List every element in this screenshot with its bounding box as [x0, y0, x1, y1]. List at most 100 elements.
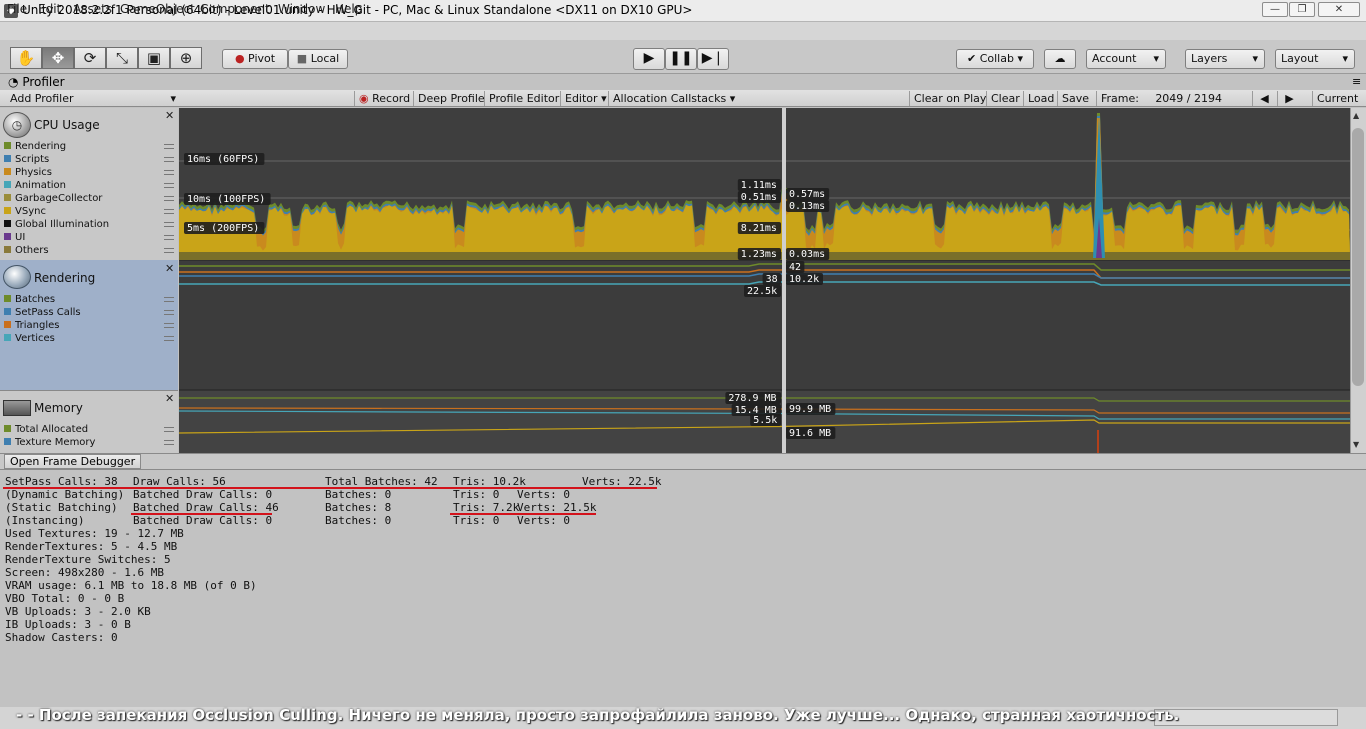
stat-value: (Static Batching)	[5, 501, 118, 514]
scroll-up-icon[interactable]: ▲	[1353, 111, 1359, 120]
cloud-button[interactable]: ☁	[1044, 49, 1076, 69]
legend-item-cpu[interactable]: Global Illumination	[4, 219, 109, 230]
menu-help[interactable]: Help	[335, 2, 362, 16]
maximize-button[interactable]: ❐	[1289, 2, 1315, 17]
drag-handle-icon[interactable]	[164, 209, 174, 214]
deep-profile-toggle[interactable]: Deep Profile	[413, 91, 489, 106]
legend-swatch	[4, 142, 11, 149]
legend-label: UI	[15, 232, 26, 243]
legend-item-cpu[interactable]: Others	[4, 245, 49, 256]
legend-item-rendering[interactable]: Triangles	[4, 320, 59, 331]
close-icon[interactable]: ✕	[165, 262, 174, 275]
close-window-button[interactable]: ✕	[1318, 2, 1360, 17]
graph-value-label: 8.21ms	[737, 222, 781, 234]
save-button[interactable]: Save	[1057, 91, 1093, 106]
account-dropdown[interactable]: Account ▾	[1086, 49, 1166, 69]
drag-handle-icon[interactable]	[164, 427, 174, 432]
next-frame-button[interactable]: ▶	[1277, 91, 1301, 106]
rect-tool-icon[interactable]: ▣	[138, 47, 170, 69]
graph-scrollbar-thumb[interactable]	[1352, 128, 1364, 386]
step-button[interactable]: ▶❘	[697, 48, 729, 70]
open-frame-debugger-button[interactable]: Open Frame Debugger	[4, 454, 142, 469]
legend-swatch	[4, 295, 11, 302]
drag-handle-icon[interactable]	[164, 196, 174, 201]
step-icon: ▶❘	[701, 50, 725, 66]
scale-tool-icon[interactable]: ⤡	[106, 47, 138, 69]
legend-item-cpu[interactable]: VSync	[4, 206, 46, 217]
editor-dropdown[interactable]: Editor ▾	[560, 91, 611, 106]
legend-item-rendering[interactable]: SetPass Calls	[4, 307, 81, 318]
legend-item-cpu[interactable]: Rendering	[4, 141, 66, 152]
local-toggle[interactable]: ■ Local	[288, 49, 348, 69]
legend-swatch	[4, 155, 11, 162]
drag-handle-icon[interactable]	[164, 183, 174, 188]
drag-handle-icon[interactable]	[164, 323, 174, 328]
scroll-down-icon[interactable]: ▼	[1353, 440, 1359, 449]
prev-frame-button[interactable]: ◀	[1252, 91, 1276, 106]
legend-item-rendering[interactable]: Vertices	[4, 333, 55, 344]
layers-dropdown[interactable]: Layers ▾	[1185, 49, 1265, 69]
move-tool-icon[interactable]: ✥	[42, 47, 74, 69]
drag-handle-icon[interactable]	[164, 235, 174, 240]
drag-handle-icon[interactable]	[164, 170, 174, 175]
menu-edit[interactable]: Edit	[38, 2, 61, 16]
add-profiler-dropdown[interactable]: Add Profiler ▾	[6, 91, 178, 106]
label-text: 10.2k	[789, 274, 819, 285]
close-icon[interactable]: ✕	[165, 109, 174, 122]
hand-tool-icon[interactable]: ✋	[10, 47, 42, 69]
minimize-button[interactable]: —	[1262, 2, 1288, 17]
legend-item-cpu[interactable]: Physics	[4, 167, 52, 178]
legend-item-cpu[interactable]: Scripts	[4, 154, 49, 165]
drag-handle-icon[interactable]	[164, 248, 174, 253]
transform-tool-icon[interactable]: ⊕	[170, 47, 202, 69]
stat-line: Shadow Casters: 0	[5, 631, 118, 644]
profile-editor-toggle[interactable]: Profile Editor	[484, 91, 563, 106]
drag-handle-icon[interactable]	[164, 144, 174, 149]
drag-handle-icon[interactable]	[164, 440, 174, 445]
frame-indicator: Frame: 2049 / 2194	[1096, 91, 1252, 106]
legend-label: Global Illumination	[15, 219, 110, 230]
legend-item-memory[interactable]: Texture Memory	[4, 437, 95, 448]
allocation-callstacks-dropdown[interactable]: Allocation Callstacks ▾	[608, 91, 739, 106]
profiler-tab-label: Profiler	[22, 75, 65, 89]
tab-menu-icon[interactable]: ≡	[1352, 75, 1361, 88]
profiler-graph-area[interactable]: 16ms (60FPS) 10ms (100FPS) 5ms (200FPS) 1.1…	[179, 108, 1350, 453]
legend-item-cpu[interactable]: GarbageCollector	[4, 193, 102, 204]
label-text: 42	[789, 262, 801, 273]
collab-label: Collab ▾	[979, 52, 1023, 65]
drag-handle-icon[interactable]	[164, 310, 174, 315]
graph-value-label: 5ms (200FPS)	[184, 222, 265, 234]
play-button[interactable]: ▶	[633, 48, 665, 70]
rotate-tool-icon[interactable]: ⟳	[74, 47, 106, 69]
collab-dropdown[interactable]: ✔ Collab ▾	[956, 49, 1034, 69]
graph-value-label: 10.2k	[786, 273, 823, 285]
legend-item-cpu[interactable]: UI	[4, 232, 25, 243]
menu-component[interactable]: Component	[200, 2, 270, 16]
menu-file[interactable]: File	[7, 2, 27, 16]
drag-handle-icon[interactable]	[164, 157, 174, 162]
legend-item-cpu[interactable]: Animation	[4, 180, 66, 191]
selected-frame-marker[interactable]	[782, 108, 786, 453]
stat-line: IB Uploads: 3 - 0 B	[5, 618, 131, 631]
legend-item-memory[interactable]: Total Allocated	[4, 424, 88, 435]
clear-button[interactable]: Clear	[986, 91, 1024, 106]
load-button[interactable]: Load	[1023, 91, 1058, 106]
drag-handle-icon[interactable]	[164, 336, 174, 341]
record-toggle[interactable]: ◉ Record	[354, 91, 414, 106]
pause-button[interactable]: ❚❚	[665, 48, 697, 70]
legend-swatch	[4, 425, 11, 432]
drag-handle-icon[interactable]	[164, 222, 174, 227]
menu-gameobject[interactable]: GameObject	[120, 2, 195, 16]
layout-dropdown[interactable]: Layout ▾	[1275, 49, 1355, 69]
menu-assets[interactable]: Assets	[73, 2, 112, 16]
label-text: 1.11ms	[741, 180, 777, 191]
drag-handle-icon[interactable]	[164, 297, 174, 302]
close-icon[interactable]: ✕	[165, 392, 174, 405]
current-frame-button[interactable]: Current	[1312, 91, 1362, 106]
tab-profiler[interactable]: ◔ Profiler	[8, 75, 65, 89]
graph-value-label: 5.5k	[750, 414, 781, 426]
clear-on-play-toggle[interactable]: Clear on Play	[909, 91, 990, 106]
menu-window[interactable]: Window	[278, 2, 325, 16]
legend-item-rendering[interactable]: Batches	[4, 294, 55, 305]
pivot-toggle[interactable]: ● Pivot	[222, 49, 288, 69]
